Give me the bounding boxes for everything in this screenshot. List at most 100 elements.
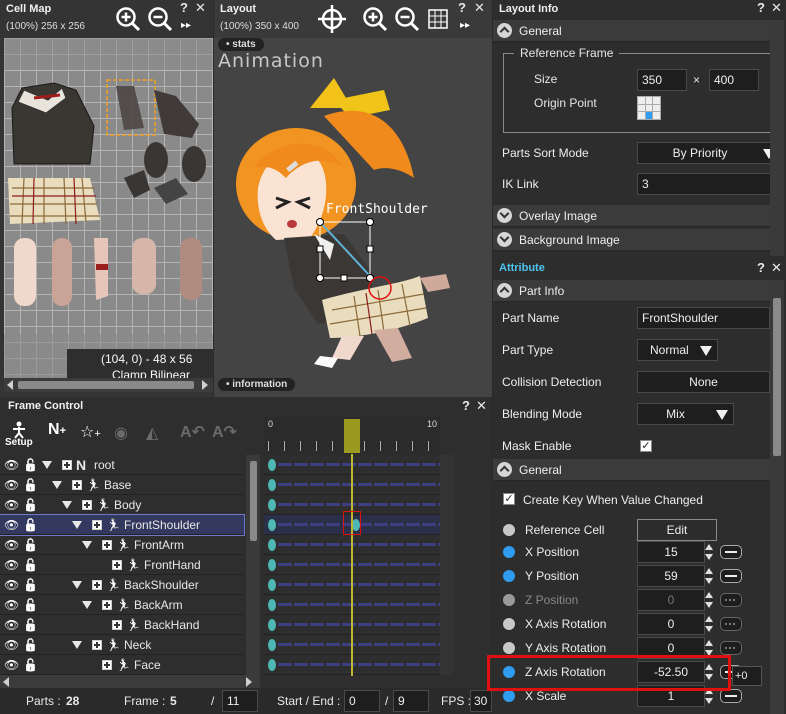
create-key-checkbox[interactable]: ✓ bbox=[503, 493, 515, 505]
key-dot-icon[interactable] bbox=[503, 642, 515, 654]
lock-icon[interactable]: 🔓 bbox=[23, 455, 38, 475]
cell-map-canvas[interactable] bbox=[4, 38, 213, 378]
lock-icon[interactable]: 🔓 bbox=[23, 535, 38, 555]
cell-map-hscrollbar[interactable] bbox=[4, 378, 213, 392]
key-dot-icon[interactable] bbox=[503, 570, 515, 582]
link-toggle-icon[interactable] bbox=[720, 593, 742, 607]
tree-hscrollbar[interactable] bbox=[0, 675, 260, 689]
help-button[interactable]: ? bbox=[757, 260, 765, 276]
link-toggle-icon[interactable] bbox=[720, 545, 742, 559]
lock-icon[interactable]: 🔓 bbox=[23, 495, 38, 515]
scroll-right-icon[interactable] bbox=[202, 380, 208, 390]
zoom-in-icon[interactable] bbox=[362, 6, 388, 32]
expand-triangle-icon[interactable] bbox=[52, 481, 62, 489]
lock-icon[interactable]: 🔓 bbox=[23, 575, 38, 595]
expand-triangle-icon[interactable] bbox=[72, 581, 82, 589]
zoom-out-icon[interactable] bbox=[147, 6, 173, 32]
collision-field[interactable]: None bbox=[637, 371, 770, 393]
start-field[interactable]: 0 bbox=[344, 690, 380, 712]
collapse-icon[interactable] bbox=[497, 462, 512, 477]
keyframe-marker[interactable] bbox=[268, 559, 276, 571]
tree-vscrollbar[interactable] bbox=[246, 455, 260, 675]
ik-link-field[interactable]: 3 bbox=[637, 173, 781, 195]
show-child-toggle-icon[interactable] bbox=[102, 660, 112, 670]
layout-general-section[interactable]: General bbox=[493, 20, 770, 42]
close-button[interactable]: ✕ bbox=[476, 398, 487, 414]
show-child-toggle-icon[interactable] bbox=[102, 540, 112, 550]
attribute-value-field[interactable]: 0 bbox=[637, 589, 705, 611]
attribute-value-field[interactable]: 15 bbox=[637, 541, 705, 563]
keyframe-marker[interactable] bbox=[268, 599, 276, 611]
expand-icon[interactable] bbox=[497, 232, 512, 247]
origin-point-grid[interactable] bbox=[637, 96, 661, 120]
layout-info-vscrollbar[interactable] bbox=[770, 20, 784, 256]
edit-button[interactable]: Edit bbox=[637, 519, 717, 541]
close-button[interactable]: ✕ bbox=[771, 260, 782, 276]
keyframe-marker[interactable] bbox=[268, 519, 276, 531]
show-child-toggle-icon[interactable] bbox=[112, 560, 122, 570]
close-button[interactable]: ✕ bbox=[474, 0, 485, 16]
scroll-up-icon[interactable] bbox=[773, 22, 781, 32]
grid-icon[interactable] bbox=[428, 9, 448, 29]
zoom-out-icon[interactable] bbox=[394, 6, 420, 32]
keyframe-marker[interactable] bbox=[268, 459, 276, 471]
background-image-section[interactable]: Background Image bbox=[493, 229, 770, 251]
frame-total-field[interactable]: 11 bbox=[222, 690, 258, 712]
visibility-eye-icon[interactable]: 👁 bbox=[4, 635, 19, 655]
keyframe-marker[interactable] bbox=[268, 499, 276, 511]
visibility-eye-icon[interactable]: 👁 bbox=[4, 575, 19, 595]
blending-dropdown[interactable]: Mix bbox=[637, 403, 734, 425]
key-dot-icon[interactable] bbox=[503, 618, 515, 630]
collapse-icon[interactable] bbox=[497, 283, 512, 298]
lock-icon[interactable]: 🔓 bbox=[23, 635, 38, 655]
expand-triangle-icon[interactable] bbox=[82, 541, 92, 549]
show-child-toggle-icon[interactable] bbox=[92, 640, 102, 650]
tree-row[interactable]: 👁 🔓 🏃 FrontHand bbox=[0, 555, 244, 575]
close-button[interactable]: ✕ bbox=[771, 0, 782, 16]
spinner-icon[interactable] bbox=[705, 589, 713, 611]
keyframe-marker[interactable] bbox=[268, 479, 276, 491]
link-toggle-icon[interactable] bbox=[720, 689, 742, 703]
part-type-dropdown[interactable]: Normal bbox=[637, 339, 718, 361]
size-width-field[interactable]: 350 bbox=[637, 69, 687, 91]
help-button[interactable]: ? bbox=[458, 0, 466, 16]
show-child-toggle-icon[interactable] bbox=[92, 580, 102, 590]
visibility-eye-icon[interactable]: 👁 bbox=[4, 475, 19, 495]
tree-row[interactable]: 👁 🔓 🏃 BackShoulder bbox=[0, 575, 244, 595]
current-frame-marker[interactable] bbox=[344, 419, 360, 453]
setup-button[interactable]: Setup bbox=[4, 421, 34, 449]
keyframe-marker[interactable] bbox=[268, 659, 276, 671]
tree-row[interactable]: 👁 🔓 🏃 FrontArm bbox=[0, 535, 244, 555]
help-button[interactable]: ? bbox=[757, 0, 765, 16]
layout-canvas[interactable]: • stats Animation FrontShoulder • inform… bbox=[214, 38, 492, 397]
tree-row[interactable]: 👁 🔓 🏃 Face bbox=[0, 655, 244, 675]
collapse-icon[interactable] bbox=[497, 23, 512, 38]
lock-icon[interactable]: 🔓 bbox=[23, 595, 38, 615]
tree-row[interactable]: 👁 🔓 🏃 BackHand bbox=[0, 615, 244, 635]
show-child-toggle-icon[interactable] bbox=[92, 520, 102, 530]
spinner-icon[interactable] bbox=[705, 541, 713, 563]
new-part-icon[interactable]: N+ bbox=[48, 421, 66, 439]
lock-icon[interactable]: 🔓 bbox=[23, 655, 38, 675]
expand-icon[interactable] bbox=[497, 208, 512, 223]
tree-row[interactable]: 👁 🔓 🏃 BackArm bbox=[0, 595, 244, 615]
new-effect-icon[interactable]: ☆+ bbox=[80, 422, 101, 442]
sort-mode-dropdown[interactable]: By Priority bbox=[637, 142, 781, 164]
spinner-icon[interactable] bbox=[705, 613, 713, 635]
lock-icon[interactable]: 🔓 bbox=[23, 555, 38, 575]
visibility-eye-icon[interactable]: 👁 bbox=[4, 515, 19, 535]
part-info-section[interactable]: Part Info bbox=[493, 280, 770, 302]
expand-triangle-icon[interactable] bbox=[72, 521, 82, 529]
show-child-toggle-icon[interactable] bbox=[72, 480, 82, 490]
key-dot-icon[interactable] bbox=[503, 594, 515, 606]
visibility-eye-icon[interactable]: 👁 bbox=[4, 595, 19, 615]
lock-icon[interactable]: 🔓 bbox=[23, 475, 38, 495]
attribute-vscrollbar[interactable] bbox=[770, 280, 784, 714]
keyframe-marker[interactable] bbox=[268, 619, 276, 631]
link-toggle-icon[interactable] bbox=[720, 569, 742, 583]
keyframe-marker[interactable] bbox=[268, 639, 276, 651]
visibility-eye-icon[interactable]: 👁 bbox=[4, 615, 19, 635]
timeline-ruler[interactable]: 0 10 bbox=[264, 417, 440, 455]
tree-row[interactable]: 👁 🔓 🏃 Neck bbox=[0, 635, 244, 655]
end-field[interactable]: 9 bbox=[393, 690, 429, 712]
